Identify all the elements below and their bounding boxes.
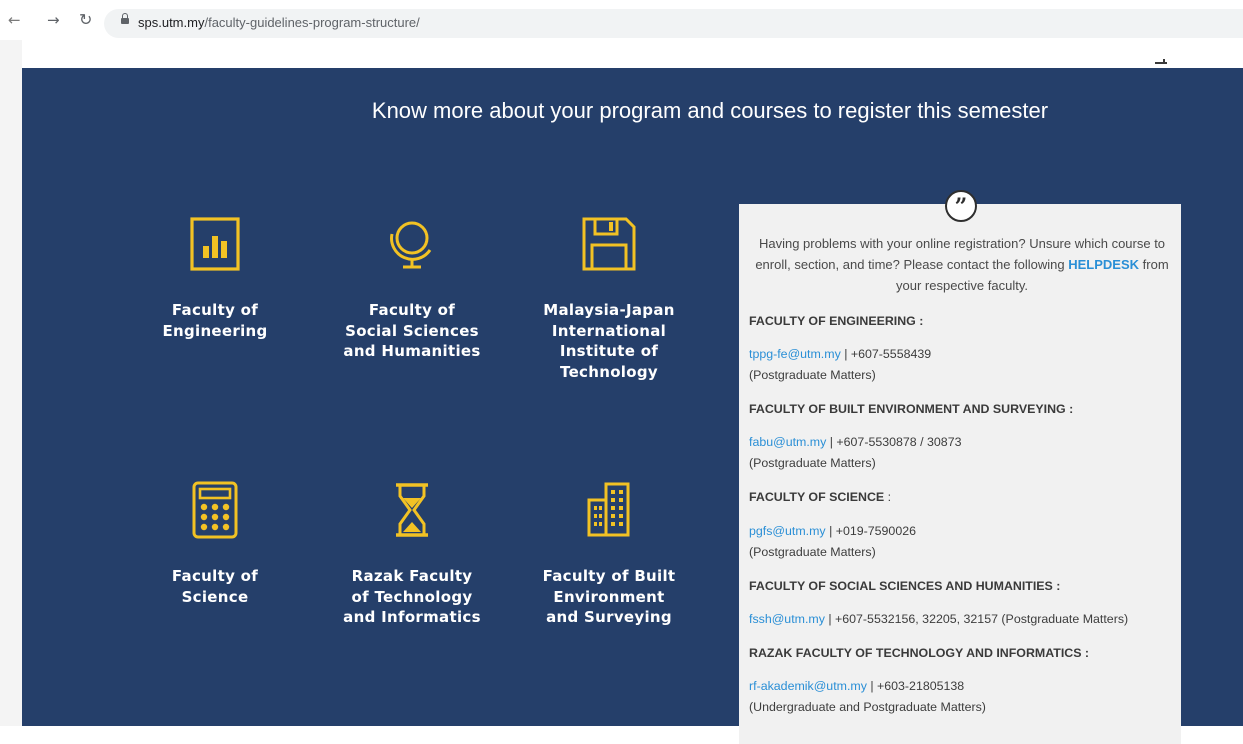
contact-note: (Postgraduate Matters) [749,456,876,470]
faculty-built-environment-link[interactable]: Faculty of Built Environment and Surveyi… [539,480,679,628]
contact-entry: fssh@utm.my | +607-5532156, 32205, 32157… [749,612,1129,626]
lock-icon[interactable] [121,13,129,24]
faculty-social-sciences-link[interactable]: Faculty of Social Sciences and Humanitie… [342,214,482,362]
quote-icon: ” [945,190,977,222]
contact-entry: fabu@utm.my | +607-5530878 / 30873 [749,435,962,449]
contact-list: FACULTY OF ENGINEERING : tppg-fe@utm.my … [749,311,1174,718]
contact-note: (Undergraduate and Postgraduate Matters) [749,700,986,714]
contact-heading: FACULTY OF ENGINEERING : [749,314,924,328]
program-section: Know more about your program and courses… [22,68,1243,744]
faculty-name: Faculty of Social Sciences and Humanitie… [343,301,481,360]
email-link[interactable]: tppg-fe@utm.my [749,347,841,361]
bar-chart-icon [190,217,240,271]
contact-note: (Postgraduate Matters) [749,368,876,382]
header-fragment [1163,59,1165,64]
reload-icon[interactable]: ↻ [79,12,92,28]
helpdesk-link[interactable]: HELPDESK [1068,257,1139,272]
page-margin [0,40,22,726]
faculty-name: Faculty of Science [171,567,259,606]
faculty-science-link[interactable]: Faculty of Science [145,480,285,607]
contact-note: (Postgraduate Matters) [749,545,876,559]
section-headline: Know more about your program and courses… [371,98,1049,123]
back-icon[interactable]: ← [8,12,21,28]
header-band [22,40,1243,68]
helpdesk-panel: ” Having problems with your online regis… [739,190,1181,744]
faculty-mjiit-link[interactable]: Malaysia-Japan International Institute o… [539,214,679,382]
calculator-icon [192,481,238,539]
contact-heading: RAZAK FACULTY OF TECHNOLOGY AND INFORMAT… [749,646,1090,660]
faculty-engineering-link[interactable]: Faculty of Engineering [145,214,285,341]
contact-heading: FACULTY OF SCIENCE : [749,490,892,504]
globe-icon [390,221,432,269]
header-fragment [1155,62,1167,64]
contact-heading: FACULTY OF BUILT ENVIRONMENT AND SURVEYI… [749,402,1074,416]
address-bar[interactable]: sps.utm.my/faculty-guidelines-program-st… [104,9,1243,38]
browser-toolbar: ← → ↻ sps.utm.my/faculty-guidelines-prog… [0,0,1243,40]
url-text[interactable]: sps.utm.my/faculty-guidelines-program-st… [138,15,420,30]
contact-entry: tppg-fe@utm.my | +607-5558439 [749,347,932,361]
email-link[interactable]: fabu@utm.my [749,435,826,449]
contact-heading: FACULTY OF SOCIAL SCIENCES AND HUMANITIE… [749,579,1061,593]
forward-icon[interactable]: → [47,12,60,28]
email-link[interactable]: pgfs@utm.my [749,524,826,538]
email-link[interactable]: rf-akademik@utm.my [749,679,867,693]
floppy-disk-icon [582,217,636,271]
faculty-name: Faculty of Built Environment and Surveyi… [542,567,676,626]
buildings-icon [587,482,630,537]
hourglass-icon [396,483,428,537]
contact-entry: rf-akademik@utm.my | +603-21805138 [749,679,965,693]
helpdesk-intro: Having problems with your online registr… [755,236,1169,293]
faculty-name: Razak Faculty of Technology and Informat… [343,567,481,626]
email-link[interactable]: fssh@utm.my [749,612,825,626]
contact-entry: pgfs@utm.my | +019-7590026 [749,524,917,538]
faculty-name: Malaysia-Japan International Institute o… [543,301,675,381]
faculty-razak-link[interactable]: Razak Faculty of Technology and Informat… [342,480,482,628]
faculty-name: Faculty of Engineering [162,301,268,340]
